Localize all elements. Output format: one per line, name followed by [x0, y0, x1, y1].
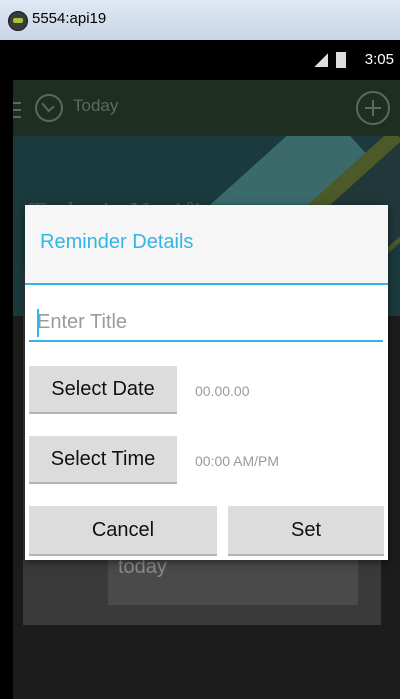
menu-icon[interactable]: [13, 102, 21, 118]
dialog-header: Reminder Details: [25, 205, 388, 285]
emulator-title-bar: 5554:api19: [0, 0, 400, 40]
page-title: Today: [73, 96, 119, 115]
select-time-button[interactable]: Select Time: [29, 436, 177, 484]
date-value: 00.00.00: [195, 383, 250, 399]
time-value: 00:00 AM/PM: [195, 453, 280, 469]
text-cursor: [37, 309, 39, 337]
action-bar: Today: [13, 80, 400, 136]
window-title: 5554:api19: [32, 10, 107, 27]
android-emulator-icon: [8, 11, 28, 31]
title-input[interactable]: [29, 304, 383, 342]
battery-icon: [336, 52, 346, 68]
set-button[interactable]: Set: [228, 506, 384, 556]
alarm-clock-icon: [35, 94, 63, 122]
signal-icon: [314, 53, 328, 67]
cancel-button[interactable]: Cancel: [29, 506, 217, 556]
select-date-button[interactable]: Select Date: [29, 366, 177, 414]
dialog-title: Reminder Details: [40, 231, 194, 253]
phone-screen: 3:05 Today Today's Notification No Remin…: [13, 40, 400, 699]
status-bar: 3:05: [13, 40, 400, 80]
status-time: 3:05: [364, 51, 394, 68]
add-reminder-button[interactable]: [356, 91, 390, 125]
reminder-details-dialog: Reminder Details Select Date 00.00.00 Se…: [25, 205, 388, 560]
